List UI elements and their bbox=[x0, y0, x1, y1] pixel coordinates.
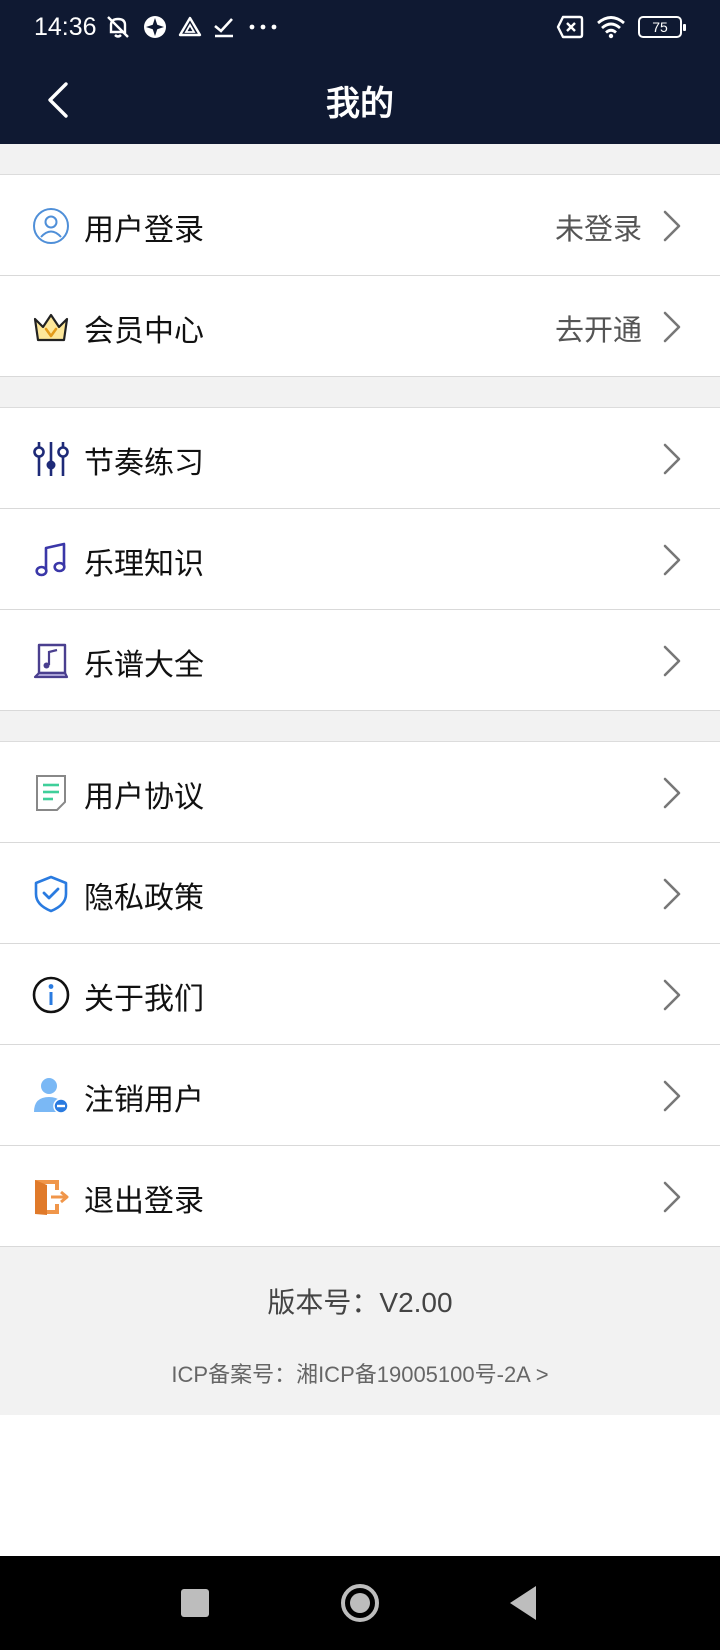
recents-square-icon[interactable] bbox=[172, 1580, 218, 1626]
menu-item-label: 用户协议 bbox=[84, 780, 204, 815]
top-app-bar: 我的 bbox=[0, 54, 720, 144]
menu-item-label: 用户登录 bbox=[84, 213, 204, 248]
battery-level: 75 bbox=[652, 19, 668, 35]
menu-item-label: 节奏练习 bbox=[84, 446, 204, 481]
chevron-right-icon bbox=[663, 878, 681, 910]
menu-item-music-theory[interactable]: 乐理知识 bbox=[0, 509, 720, 610]
chevron-right-icon bbox=[663, 1181, 681, 1213]
drive-icon bbox=[178, 16, 202, 37]
section-divider bbox=[0, 377, 720, 408]
menu-item-label: 乐谱大全 bbox=[84, 648, 204, 683]
chevron-right-icon bbox=[663, 645, 681, 677]
sim-off-icon bbox=[556, 15, 584, 39]
document-icon bbox=[36, 775, 66, 811]
music-book-icon bbox=[33, 643, 69, 679]
wifi-icon bbox=[597, 16, 625, 39]
more-dots-icon bbox=[249, 24, 277, 30]
menu-item-member-center[interactable]: 会员中心 去开通 bbox=[0, 276, 720, 377]
menu-item-label: 会员中心 bbox=[84, 314, 204, 349]
menu-item-about-us[interactable]: 关于我们 bbox=[0, 944, 720, 1045]
menu-item-value: 未登录 bbox=[554, 212, 642, 246]
page-title: 我的 bbox=[326, 84, 394, 124]
shield-check-icon bbox=[34, 875, 68, 913]
sliders-icon bbox=[33, 442, 69, 476]
menu-item-user-agreement[interactable]: 用户协议 bbox=[0, 742, 720, 843]
footer: 版本号：V2.00 ICP备案号：湘ICP备19005100号-2A > bbox=[0, 1247, 720, 1415]
info-icon bbox=[32, 976, 70, 1014]
user-remove-icon bbox=[34, 1078, 69, 1114]
status-left-icons bbox=[104, 12, 280, 42]
menu-item-label: 隐私政策 bbox=[84, 881, 204, 916]
mute-icon bbox=[107, 16, 129, 38]
chevron-right-icon bbox=[663, 1080, 681, 1112]
app-icon bbox=[144, 16, 166, 38]
menu-item-value: 去开通 bbox=[554, 313, 642, 347]
chevron-right-icon bbox=[663, 777, 681, 809]
version-text: 版本号：V2.00 bbox=[267, 1287, 453, 1318]
menu-item-user-login[interactable]: 用户登录 未登录 bbox=[0, 175, 720, 276]
menu-item-logout[interactable]: 退出登录 bbox=[0, 1146, 720, 1247]
chevron-right-icon bbox=[663, 210, 681, 242]
user-avatar-icon bbox=[33, 208, 69, 244]
menu-item-sheet-music[interactable]: 乐谱大全 bbox=[0, 610, 720, 711]
menu-content: 用户登录 未登录 会员中心 去开通 节奏练习 乐理知识 乐谱大全 用户协议 隐私… bbox=[0, 144, 720, 1415]
menu-item-label: 退出登录 bbox=[84, 1184, 204, 1219]
menu-item-privacy-policy[interactable]: 隐私政策 bbox=[0, 843, 720, 944]
chevron-right-icon bbox=[663, 443, 681, 475]
battery-icon: 75 bbox=[638, 16, 686, 38]
icp-link[interactable]: ICP备案号：湘ICP备19005100号-2A > bbox=[0, 1357, 720, 1389]
status-bar: 14:36 75 bbox=[0, 0, 720, 54]
chevron-right-icon bbox=[663, 979, 681, 1011]
menu-item-label: 乐理知识 bbox=[84, 547, 204, 582]
menu-item-rhythm-practice[interactable]: 节奏练习 bbox=[0, 408, 720, 509]
menu-item-label: 注销用户 bbox=[84, 1083, 204, 1118]
crown-icon bbox=[33, 313, 69, 342]
chevron-right-icon bbox=[663, 311, 681, 343]
menu-item-deactivate-user[interactable]: 注销用户 bbox=[0, 1045, 720, 1146]
back-triangle-icon[interactable] bbox=[502, 1580, 548, 1626]
status-time: 14:36 bbox=[34, 13, 97, 41]
music-note-icon bbox=[35, 542, 66, 577]
status-right-icons: 75 bbox=[556, 12, 686, 42]
section-divider bbox=[0, 144, 720, 175]
chevron-right-icon bbox=[663, 544, 681, 576]
system-navigation-bar bbox=[0, 1556, 720, 1650]
section-divider bbox=[0, 711, 720, 742]
home-circle-icon[interactable] bbox=[337, 1580, 383, 1626]
menu-item-label: 关于我们 bbox=[84, 982, 204, 1017]
logout-door-icon bbox=[35, 1180, 69, 1215]
check-icon bbox=[214, 18, 233, 38]
